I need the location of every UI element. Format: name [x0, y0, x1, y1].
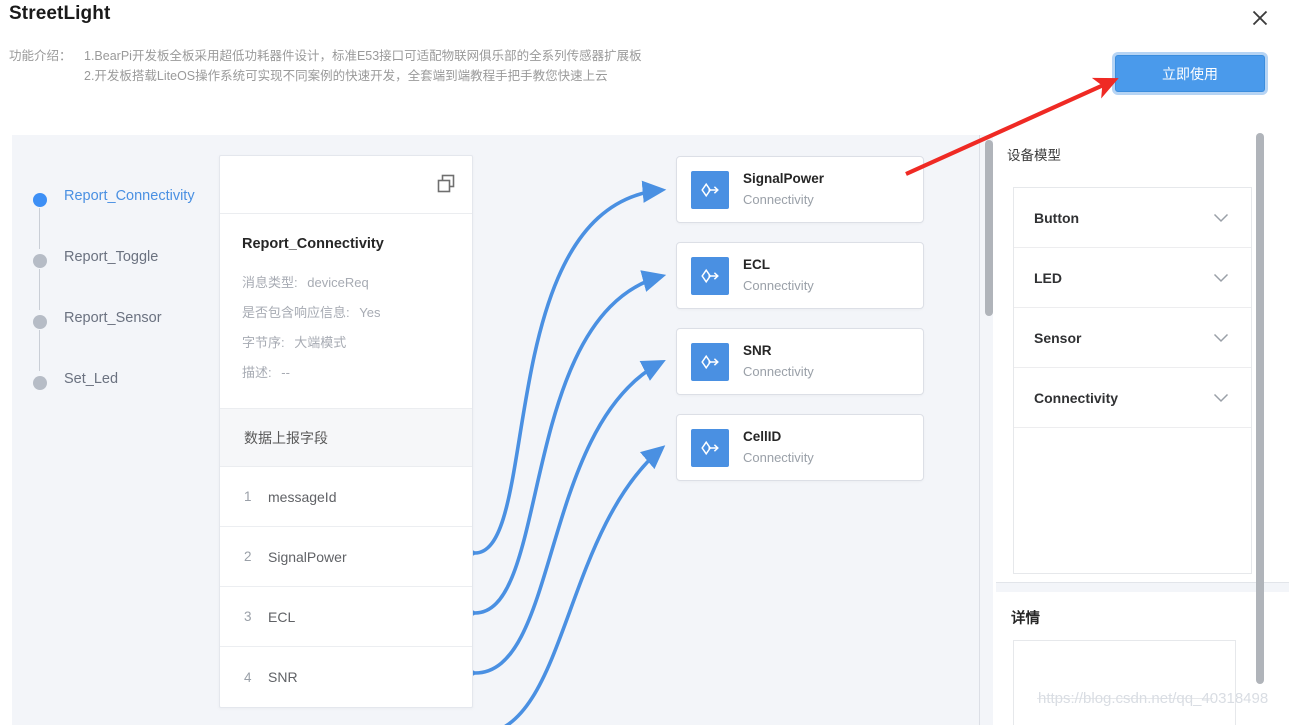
intro-lines: 1.BearPi开发板全板采用超低功耗器件设计，标准E53接口可适配物联网俱乐部… [84, 46, 642, 86]
property-node-text: SNR Connectivity [743, 342, 814, 381]
detail-value: 大端模式 [294, 335, 347, 350]
intro-line-1: 1.BearPi开发板全板采用超低功耗器件设计，标准E53接口可适配物联网俱乐部… [84, 49, 642, 63]
property-service: Connectivity [743, 192, 814, 207]
report-fields-section-title: 数据上报字段 [220, 409, 472, 467]
intro-block: 功能介绍： 1.BearPi开发板全板采用超低功耗器件设计，标准E53接口可适配… [9, 46, 642, 86]
detail-value: -- [281, 365, 290, 380]
property-name: SNR [743, 343, 772, 358]
table-row[interactable]: 3 ECL [220, 587, 472, 647]
detail-card-header [220, 156, 472, 214]
detail-label: 是否包含响应信息: [242, 305, 350, 320]
close-icon [1252, 10, 1268, 26]
table-row[interactable]: 4 SNR [220, 647, 472, 707]
model-row-button[interactable]: Button [1014, 188, 1251, 248]
table-row[interactable]: 1 messageId [220, 467, 472, 527]
table-row[interactable]: 2 SignalPower [220, 527, 472, 587]
property-arrow-icon [691, 342, 729, 381]
field-index: 2 [244, 549, 252, 564]
detail-row-byte-order: 字节序: 大端模式 [242, 328, 450, 358]
detail-box-rule [1037, 698, 1213, 699]
device-model-title: 设备模型 [1007, 148, 1061, 163]
panel-divider [996, 583, 1289, 592]
timeline-label: Set_Led [64, 371, 119, 387]
timeline-label: Report_Toggle [64, 249, 159, 265]
timeline-dot-icon [33, 193, 47, 207]
app-root: StreetLight 功能介绍： 1.BearPi开发板全板采用超低功耗器件设… [0, 0, 1289, 725]
close-button[interactable] [1247, 5, 1273, 31]
intro-label: 功能介绍： [9, 49, 72, 63]
device-model-panel: 设备模型 Button LED Sensor Connectivity 详情 [996, 135, 1289, 725]
wire-ecl [474, 270, 667, 615]
detail-row-message-type: 消息类型: deviceReq [242, 268, 450, 298]
field-name: SNR [268, 669, 298, 685]
message-name: Report_Connectivity [242, 236, 384, 252]
property-service: Connectivity [743, 364, 814, 379]
message-detail-card: Report_Connectivity 消息类型: deviceReq 是否包含… [219, 155, 473, 708]
field-name: ECL [268, 608, 296, 625]
model-label: Connectivity [1034, 389, 1119, 406]
model-canvas[interactable]: Report_Connectivity Report_Toggle Report… [12, 135, 993, 725]
detail-label: 描述: [242, 365, 272, 380]
wire-snr [474, 360, 666, 675]
property-node-text: SignalPower Connectivity [743, 170, 824, 209]
timeline-line [39, 330, 40, 371]
timeline-label: Report_Connectivity [64, 188, 195, 204]
page-title: StreetLight [9, 3, 111, 24]
model-row-led[interactable]: LED [1014, 248, 1251, 308]
property-arrow-icon [691, 170, 729, 209]
detail-row-has-response: 是否包含响应信息: Yes [242, 298, 450, 328]
property-node-ecl[interactable]: ECL Connectivity [676, 242, 924, 309]
property-arrow-icon [691, 256, 729, 295]
model-label: LED [1034, 269, 1062, 286]
timeline-dot-icon [33, 315, 47, 329]
detail-label: 消息类型: [242, 275, 298, 290]
property-name: ECL [743, 257, 770, 272]
timeline-line [39, 208, 40, 249]
chevron-down-icon [1213, 270, 1229, 286]
model-list-empty-space [1014, 428, 1251, 573]
property-node-cellid[interactable]: CellID Connectivity [676, 414, 924, 481]
expand-windows-icon[interactable] [437, 174, 456, 193]
wire-signalpower [474, 180, 667, 555]
model-row-connectivity[interactable]: Connectivity [1014, 368, 1251, 428]
field-index: 4 [244, 669, 252, 685]
property-node-text: ECL Connectivity [743, 256, 814, 295]
timeline-dot-icon [33, 376, 47, 390]
property-name: SignalPower [743, 171, 825, 186]
property-node-text: CellID Connectivity [743, 428, 814, 467]
timeline-dot-icon [33, 254, 47, 268]
model-label: Sensor [1034, 329, 1082, 346]
timeline-label: Report_Sensor [64, 310, 162, 326]
field-index: 3 [244, 609, 252, 624]
chevron-down-icon [1213, 390, 1229, 406]
property-service: Connectivity [743, 450, 814, 465]
timeline-line [39, 269, 40, 310]
intro-line-2: 2.开发板搭载LiteOS操作系统可实现不同案例的快速开发，全套端到端教程手把手… [84, 69, 608, 83]
property-node-signalpower[interactable]: SignalPower Connectivity [676, 156, 924, 223]
model-label: Button [1034, 209, 1080, 226]
model-row-sensor[interactable]: Sensor [1014, 308, 1251, 368]
field-index: 1 [244, 489, 252, 504]
detail-section-box [1013, 640, 1236, 725]
field-name: messageId [268, 488, 337, 505]
property-node-snr[interactable]: SNR Connectivity [676, 328, 924, 395]
detail-label: 字节序: [242, 335, 285, 350]
property-name: CellID [743, 429, 782, 444]
property-arrow-icon [691, 428, 729, 467]
property-service: Connectivity [743, 278, 814, 293]
detail-section-title: 详情 [1011, 611, 1040, 627]
detail-row-description: 描述: -- [242, 358, 450, 388]
canvas-border [979, 135, 980, 725]
use-now-button[interactable]: 立即使用 [1115, 55, 1265, 92]
device-model-list: Button LED Sensor Connectivity [1013, 187, 1252, 574]
detail-value: deviceReq [307, 275, 369, 290]
field-name: SignalPower [268, 548, 347, 565]
canvas-scrollbar[interactable] [985, 140, 993, 316]
detail-card-body: Report_Connectivity 消息类型: deviceReq 是否包含… [220, 214, 472, 409]
detail-value: Yes [359, 305, 381, 320]
wire-cellid [503, 445, 666, 725]
chevron-down-icon [1213, 210, 1229, 226]
page-scrollbar[interactable] [1256, 133, 1264, 684]
chevron-down-icon [1213, 330, 1229, 346]
